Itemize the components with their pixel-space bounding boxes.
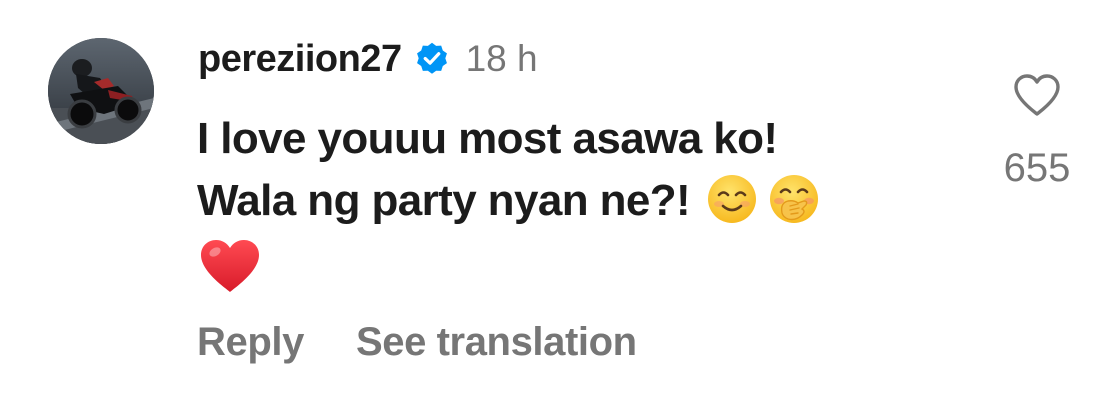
reply-button[interactable]: Reply (197, 320, 304, 365)
smiling-face-emoji-icon (708, 175, 757, 224)
face-with-hand-over-mouth-emoji-icon (770, 175, 819, 224)
comment-header: pereziion27 18 h (198, 33, 538, 85)
comment-text-line-2: Wala ng party nyan ne?! (197, 176, 691, 225)
comment-text: I love youuu most asawa ko! Wala ng part… (197, 108, 957, 296)
comment-timestamp: 18 h (465, 38, 538, 79)
verified-badge-icon (416, 42, 447, 74)
like-area: 655 (984, 72, 1090, 191)
username-link[interactable]: pereziion27 (198, 38, 402, 81)
heart-line (197, 236, 957, 296)
like-count: 655 (1003, 146, 1071, 190)
avatar-motorcycle-image (48, 38, 154, 144)
comment-text-line-1: I love youuu most asawa ko! (197, 114, 778, 163)
see-translation-button[interactable]: See translation (356, 320, 637, 365)
comment-text-line-2-wrap: Wala ng party nyan ne?! (197, 170, 957, 232)
comment-actions: Reply See translation (197, 320, 637, 365)
avatar[interactable] (48, 38, 154, 144)
comment-item: pereziion27 18 h I love youuu most asawa… (0, 0, 1120, 404)
red-heart-emoji-icon (201, 240, 259, 292)
heart-outline-icon[interactable] (1012, 72, 1062, 118)
